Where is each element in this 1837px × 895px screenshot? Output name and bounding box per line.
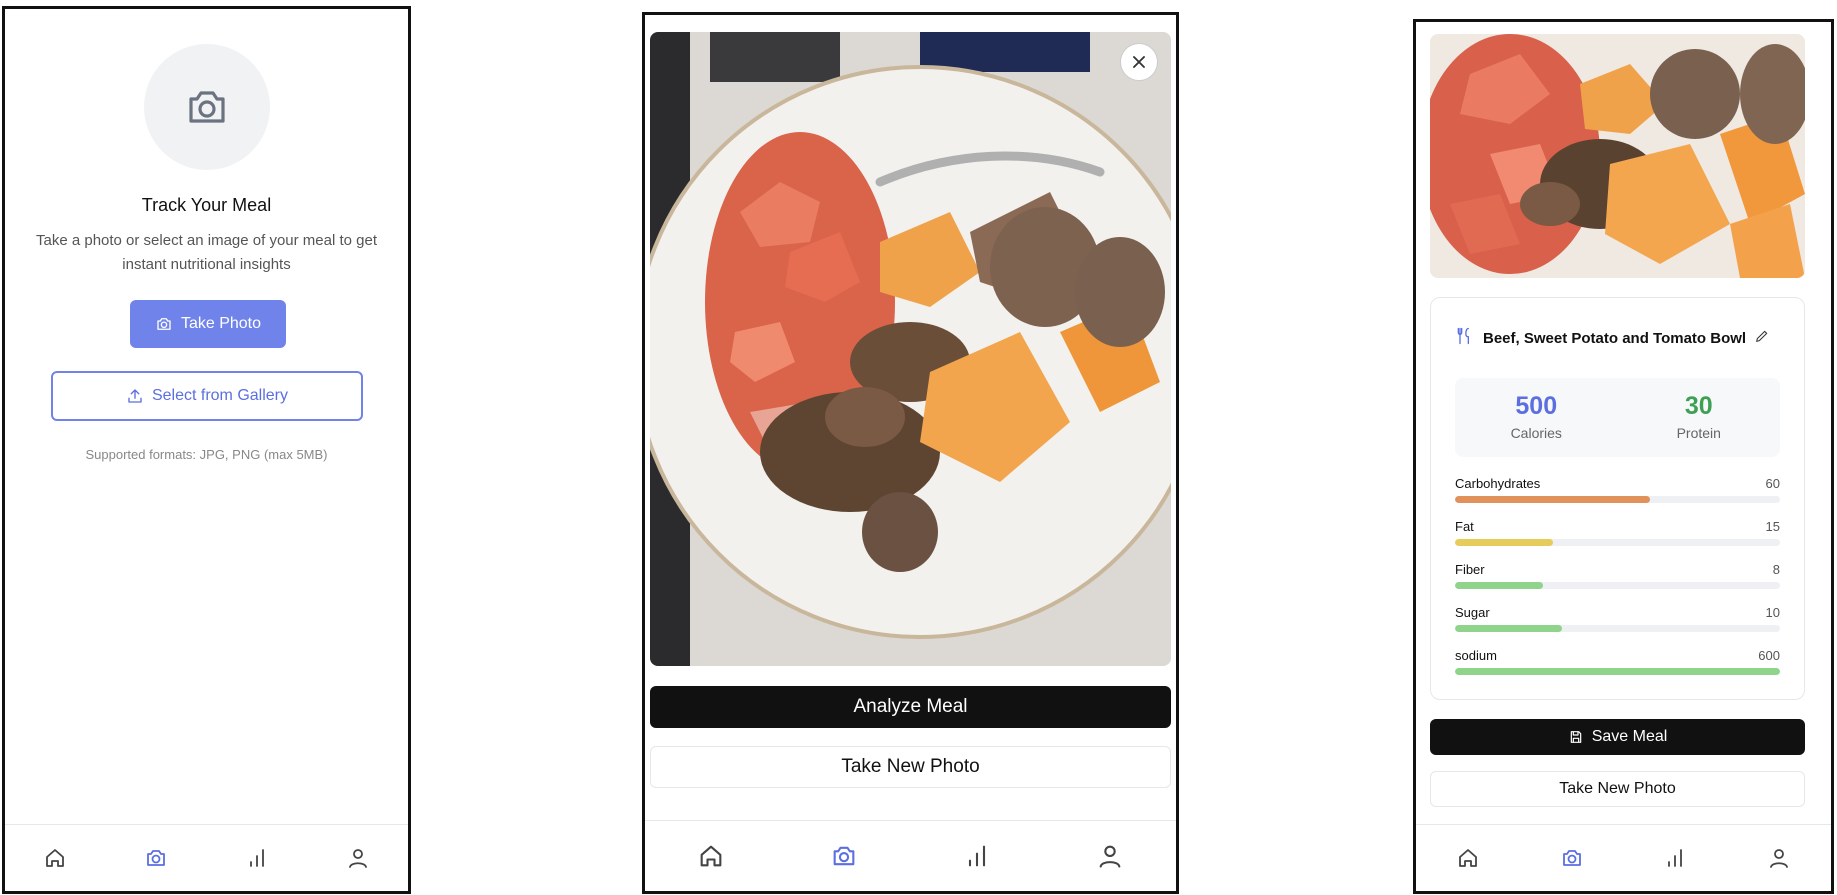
protein-label: Protein	[1676, 425, 1721, 441]
close-button[interactable]	[1120, 43, 1158, 81]
camera-icon	[833, 846, 855, 866]
nutrient-name: Sugar	[1455, 605, 1490, 620]
bar-chart-icon	[968, 845, 985, 867]
nutrient-bar-fill	[1455, 625, 1563, 632]
nutrient-bar	[1455, 496, 1780, 503]
protein-stat: 30 Protein	[1618, 378, 1781, 457]
calories-label: Calories	[1510, 425, 1562, 441]
nutrient-bar	[1455, 582, 1780, 589]
nutrient-row: Fiber 8	[1455, 562, 1780, 605]
nutrient-bar-fill	[1455, 582, 1543, 589]
nutrient-bar	[1455, 668, 1780, 675]
select-gallery-button[interactable]: Select from Gallery	[51, 371, 363, 421]
camera-icon	[1562, 850, 1581, 866]
edit-icon[interactable]	[1754, 328, 1770, 349]
preview-screen: Analyze Meal Take New Photo	[642, 12, 1179, 894]
nutrient-list: Carbohydrates 60 Fat 15 Fiber 8 Sugar 10 sod…	[1455, 476, 1780, 691]
take-new-photo-button[interactable]: Take New Photo	[650, 746, 1171, 788]
meal-name: Beef, Sweet Potato and Tomato Bowl	[1483, 330, 1747, 347]
meal-photo	[650, 32, 1171, 666]
take-new-photo-button[interactable]: Take New Photo	[1430, 771, 1805, 807]
bar-chart-icon	[249, 849, 264, 867]
nav-profile[interactable]	[338, 838, 378, 878]
nav-camera[interactable]	[136, 838, 176, 878]
camera-placeholder	[144, 44, 270, 170]
formats-note: Supported formats: JPG, PNG (max 5MB)	[85, 447, 328, 462]
user-icon	[1770, 849, 1789, 868]
nav-camera[interactable]	[824, 836, 864, 876]
nutrient-row: Sugar 10	[1455, 605, 1780, 648]
close-icon	[1133, 56, 1145, 68]
nutrient-name: sodium	[1455, 648, 1497, 663]
save-icon	[1570, 731, 1581, 743]
user-icon	[348, 849, 367, 868]
nutrient-value: 600	[1758, 648, 1780, 663]
nutrient-row: sodium 600	[1455, 648, 1780, 691]
select-gallery-label: Select from Gallery	[151, 387, 289, 404]
save-meal-label: Save Meal	[1591, 728, 1668, 745]
nutrient-bar-fill	[1455, 496, 1650, 503]
results-screen: Beef, Sweet Potato and Tomato Bowl 500 C…	[1413, 19, 1834, 894]
protein-value: 30	[1684, 392, 1713, 420]
bar-chart-icon	[1668, 849, 1683, 867]
analyze-meal-button[interactable]: Analyze Meal	[650, 686, 1171, 728]
camera-icon	[189, 91, 225, 123]
nav-home[interactable]	[35, 838, 75, 878]
nav-profile[interactable]	[1090, 836, 1130, 876]
macro-summary: 500 Calories 30 Protein	[1455, 378, 1780, 457]
nutrient-bar	[1455, 625, 1780, 632]
page-title: Track Your Meal	[141, 195, 272, 215]
nutrient-value: 8	[1772, 562, 1780, 577]
home-icon	[46, 849, 65, 867]
calories-stat: 500 Calories	[1455, 378, 1618, 457]
nav-stats[interactable]	[1655, 838, 1695, 878]
calories-value: 500	[1515, 392, 1558, 420]
meal-header: Beef, Sweet Potato and Tomato Bowl	[1455, 326, 1786, 351]
user-icon	[1099, 845, 1121, 868]
page-subtitle: Take a photo or select an image of your …	[35, 232, 378, 273]
nutrient-bar	[1455, 539, 1780, 546]
take-photo-button[interactable]: Take Photo	[130, 300, 286, 348]
nutrient-name: Fiber	[1455, 562, 1485, 577]
nutrient-value: 60	[1765, 476, 1780, 491]
nav-stats[interactable]	[957, 836, 997, 876]
camera-icon	[157, 318, 171, 330]
nav-home[interactable]	[691, 836, 731, 876]
nutrient-name: Carbohydrates	[1455, 476, 1541, 491]
take-photo-label: Take Photo	[180, 315, 262, 332]
nav-home[interactable]	[1448, 838, 1488, 878]
home-icon	[700, 845, 722, 867]
upload-screen: Track Your Meal Take a photo or select a…	[2, 6, 411, 894]
nav-camera[interactable]	[1552, 838, 1592, 878]
nutrient-bar-fill	[1455, 668, 1780, 675]
save-meal-button[interactable]: Save Meal	[1430, 719, 1805, 755]
utensils-icon	[1455, 326, 1475, 351]
nutrition-card: Beef, Sweet Potato and Tomato Bowl 500 C…	[1430, 297, 1805, 700]
nutrient-value: 15	[1765, 519, 1780, 534]
nutrient-name: Fat	[1455, 519, 1474, 534]
upload-icon	[128, 389, 142, 403]
bottom-nav	[1416, 824, 1831, 891]
nav-profile[interactable]	[1759, 838, 1799, 878]
nutrient-value: 10	[1765, 605, 1780, 620]
home-icon	[1458, 849, 1477, 867]
meal-photo-thumbnail	[1430, 34, 1805, 278]
nutrient-row: Carbohydrates 60	[1455, 476, 1780, 519]
nav-stats[interactable]	[237, 838, 277, 878]
camera-icon	[147, 850, 166, 866]
bottom-nav	[645, 820, 1176, 891]
bottom-nav	[5, 824, 408, 891]
nutrient-row: Fat 15	[1455, 519, 1780, 562]
nutrient-bar-fill	[1455, 539, 1553, 546]
